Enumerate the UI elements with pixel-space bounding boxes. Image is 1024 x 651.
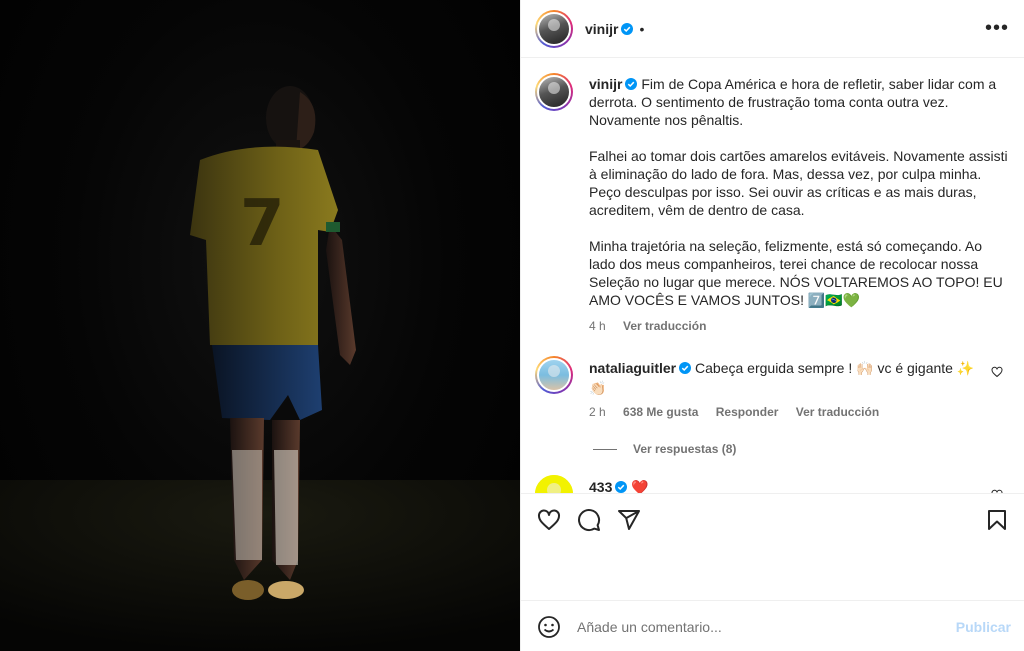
more-options-icon[interactable]: ••• [985, 18, 1009, 38]
comment-bubble-icon[interactable] [577, 508, 601, 532]
comment-likes[interactable]: 638 Me gusta [623, 405, 698, 419]
comment-body: nataliaguitler Cabeça erguida sempre ! 🙌… [589, 358, 989, 422]
emoji-smiley-icon[interactable] [537, 615, 561, 639]
comments-scroll-area[interactable]: vinijr Fim de Copa América e hora de ref… [521, 59, 1024, 493]
header-dot: • [639, 20, 645, 37]
publish-button[interactable]: Publicar [956, 619, 1011, 635]
verified-badge-icon [625, 78, 638, 90]
view-replies-label: Ver respuestas (8) [633, 442, 737, 456]
post-panel: vinijr • ••• vinijr Fim de Copa América … [520, 0, 1024, 651]
view-replies-link[interactable]: Ver respuestas (8) [593, 442, 736, 456]
save-bookmark-icon[interactable] [985, 508, 1009, 532]
reply-button[interactable]: Responder [716, 405, 779, 419]
post-header: vinijr • ••• [521, 0, 1024, 58]
commenter-username[interactable]: 433 [589, 479, 612, 493]
verified-badge-icon [615, 481, 628, 493]
commenter-username[interactable]: nataliaguitler [589, 360, 676, 376]
caption-paragraph: vinijr Fim de Copa América e hora de ref… [589, 75, 1009, 129]
like-comment-heart-icon[interactable] [991, 366, 1003, 378]
caption-username[interactable]: vinijr [589, 76, 622, 92]
author-avatar[interactable] [535, 9, 573, 48]
like-heart-icon[interactable] [537, 508, 561, 532]
comment-body: 433 ❤️ [589, 477, 989, 493]
caption-avatar[interactable] [535, 73, 573, 111]
comment-time: 2 h [589, 405, 606, 419]
comment-translate-link[interactable]: Ver traducción [796, 405, 879, 419]
action-bar [521, 493, 1024, 600]
replies-divider [593, 448, 617, 450]
share-send-icon[interactable] [617, 508, 641, 532]
commenter-avatar[interactable] [535, 356, 573, 394]
caption-translate-link[interactable]: Ver traducción [623, 319, 706, 333]
post-photo[interactable]: 7 [0, 0, 520, 651]
comment-meta: 2 h 638 Me gusta Responder Ver traducció… [589, 402, 989, 422]
verified-badge-icon [679, 362, 692, 374]
commenter-avatar[interactable] [535, 475, 573, 493]
verified-badge-icon [621, 22, 634, 35]
svg-text:7: 7 [240, 187, 285, 261]
caption-paragraph-3: Minha trajetória na seleção, felizmente,… [589, 238, 1003, 308]
comment-text: ❤️ [631, 479, 649, 493]
instagram-post-view: 7 vinijr • ••• vinijr Fim de Copa Améric… [0, 0, 1024, 651]
comment-input[interactable] [577, 613, 937, 641]
caption-time: 4 h [589, 319, 606, 333]
add-comment-bar: Publicar [521, 600, 1024, 651]
caption-paragraph-2: Falhei ao tomar dois cartões amarelos ev… [589, 148, 1008, 218]
caption-paragraph-1: Fim de Copa América e hora de refletir, … [589, 76, 997, 128]
caption-meta: 4 h Ver traducción [589, 317, 1009, 335]
caption-text: vinijr Fim de Copa América e hora de ref… [589, 75, 1009, 335]
author-username[interactable]: vinijr [585, 21, 618, 37]
player-silhouette-image: 7 [0, 86, 520, 651]
